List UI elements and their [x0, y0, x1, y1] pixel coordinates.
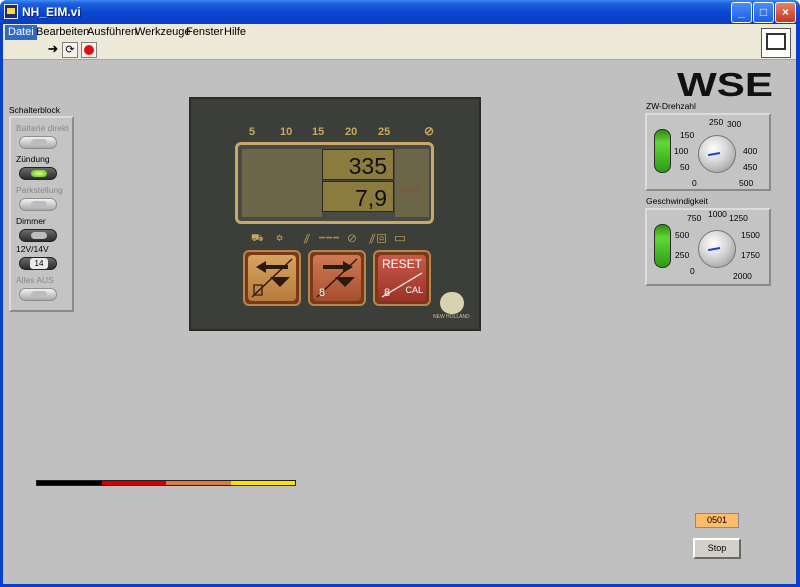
- dial-tick: 50: [680, 162, 690, 172]
- color-bar-segment: [101, 481, 166, 485]
- lcd-top-cell: 335: [322, 149, 394, 180]
- menu-bar: Datei Bearbeiten Ausführen Werkzeuge Fen…: [3, 24, 796, 40]
- key-left-arrow[interactable]: [243, 250, 301, 306]
- reset-cal-key[interactable]: RESET 8 CAL: [373, 250, 431, 306]
- key-right-arrow[interactable]: 8: [308, 250, 366, 306]
- dial-tick: 400: [743, 146, 758, 156]
- toolbar: ➜ ⟳: [3, 40, 796, 60]
- switch-label-zuendung: Zündung: [16, 154, 50, 164]
- dial-tick: 250: [709, 117, 724, 127]
- scale-label: 5: [249, 126, 256, 138]
- color-bar-segment: [37, 481, 102, 485]
- run-arrow-icon[interactable]: ➜: [45, 42, 61, 58]
- wse-logo-text: WSE: [677, 68, 773, 98]
- menu-werkzeuge[interactable]: Werkzeuge: [135, 26, 190, 38]
- dial-tick: 500: [675, 230, 690, 240]
- switch-alles-aus[interactable]: [19, 288, 57, 301]
- switch-dimmer[interactable]: [19, 229, 57, 242]
- switch-label-12v14v: 12V/14V: [16, 244, 49, 254]
- reset-key-digit: 8: [384, 287, 390, 299]
- dial-tick: 0: [692, 178, 697, 188]
- switch-label-alles-aus: Alles AUS: [16, 275, 54, 285]
- menu-ausfuehren[interactable]: Ausführen: [87, 26, 137, 38]
- arrow-left-icon: [251, 258, 293, 298]
- scale-label: 10: [280, 126, 293, 138]
- front-panel: Datei Bearbeiten Ausführen Werkzeuge Fen…: [3, 24, 796, 584]
- dial-tick: 300: [727, 119, 742, 129]
- lcd-display: 335 7,9 km/h: [235, 142, 434, 224]
- dial-tick: 750: [687, 213, 702, 223]
- switch-zuendung[interactable]: [19, 167, 57, 180]
- dial-tick: 500: [739, 178, 754, 188]
- menu-bearbeiten[interactable]: Bearbeiten: [36, 26, 89, 38]
- color-bar-segment: [230, 481, 295, 485]
- labview-app-icon: [4, 4, 18, 19]
- new-holland-instrument: 5 10 15 20 25 ⊘ 335 7,9 km/h ⛟ ⛭ ⫽ ┅┅┅ ⊘…: [189, 97, 481, 331]
- dial-tick: 450: [743, 162, 758, 172]
- zw-drehzahl-knob[interactable]: [698, 135, 736, 173]
- scale-label: 25: [378, 126, 391, 138]
- cal-label: CAL: [405, 285, 423, 295]
- slip-icon: ⊘: [424, 124, 435, 138]
- abort-icon[interactable]: [81, 42, 97, 58]
- display-top-value: 335: [348, 153, 387, 179]
- geschwindigkeit-panel: 0 250 500 750 1000 1250 1500 1750 2000: [645, 208, 771, 286]
- wse-logo: WSE: [677, 68, 773, 98]
- schalterblock-title: Schalterblock: [9, 105, 61, 115]
- vi-icon: [761, 28, 791, 58]
- zw-drehzahl-label: ZW-Drehzahl: [646, 101, 696, 111]
- run-continuously-icon[interactable]: ⟳: [62, 42, 78, 58]
- menu-datei[interactable]: Datei: [5, 25, 37, 40]
- title-bar: NH_EIM.vi _ □ ×: [0, 0, 800, 24]
- scale-label: 20: [345, 126, 358, 138]
- dial-tick: 2000: [733, 271, 752, 281]
- stop-button[interactable]: Stop: [693, 538, 741, 559]
- switch-label-dimmer: Dimmer: [16, 216, 46, 226]
- zw-drehzahl-panel: 0 50 100 150 250 300 400 450 500: [645, 113, 771, 191]
- scale-label: 15: [312, 126, 325, 138]
- maximize-button[interactable]: □: [753, 2, 774, 23]
- close-button[interactable]: ×: [775, 2, 796, 23]
- menu-hilfe[interactable]: Hilfe: [224, 26, 246, 38]
- menu-fenster[interactable]: Fenster: [186, 26, 223, 38]
- lcd-unit-area: [395, 149, 429, 217]
- dial-tick: 1750: [741, 250, 760, 260]
- color-bar: [36, 480, 296, 486]
- dial-tick: 0: [690, 266, 695, 276]
- dial-tick: 1250: [729, 213, 748, 223]
- switch-batterie-direkt[interactable]: [19, 136, 57, 149]
- display-unit: km/h: [400, 185, 422, 195]
- dial-tick: 250: [675, 250, 690, 260]
- geschwindigkeit-label: Geschwindigkeit: [646, 196, 708, 206]
- switch-label-parkstellung: Parkstellung: [16, 185, 63, 195]
- schalterblock-panel: Batterie direkt Zündung Parkstellung Dim…: [9, 116, 74, 312]
- dial-tick: 150: [680, 130, 695, 140]
- switch-12v14v-value: 14: [30, 258, 48, 269]
- dial-tick: 100: [674, 146, 689, 156]
- arrow-right-icon: 8: [316, 258, 358, 299]
- lcd-bargraph-area: [242, 149, 322, 217]
- switch-label-batterie: Batterie direkt: [16, 123, 69, 133]
- geschwindigkeit-led: [654, 224, 671, 268]
- indicator-symbols-row: ⛟ ⛭ ⫽ ┅┅┅ ⊘ ⫽⧈ ▭: [251, 233, 407, 244]
- geschwindigkeit-knob[interactable]: [698, 230, 736, 268]
- new-holland-brand-text: NEW HOLLAND: [433, 314, 470, 320]
- new-holland-leaf-logo: [440, 292, 464, 314]
- display-bottom-value: 7,9: [355, 185, 387, 211]
- application-window: NH_EIM.vi _ □ × Datei Bearbeiten Ausführ…: [0, 0, 800, 587]
- dial-tick: 1000: [708, 209, 727, 219]
- color-bar-segment: [166, 481, 231, 485]
- switch-parkstellung[interactable]: [19, 198, 57, 211]
- key-right-digit: 8: [319, 287, 325, 299]
- zw-drehzahl-led: [654, 129, 671, 173]
- code-indicator: 0501: [695, 513, 739, 528]
- switch-12v14v[interactable]: 14: [19, 257, 57, 270]
- dial-tick: 1500: [741, 230, 760, 240]
- window-title: NH_EIM.vi: [22, 5, 81, 19]
- lcd-bottom-cell: 7,9: [322, 181, 394, 212]
- minimize-button[interactable]: _: [731, 2, 752, 23]
